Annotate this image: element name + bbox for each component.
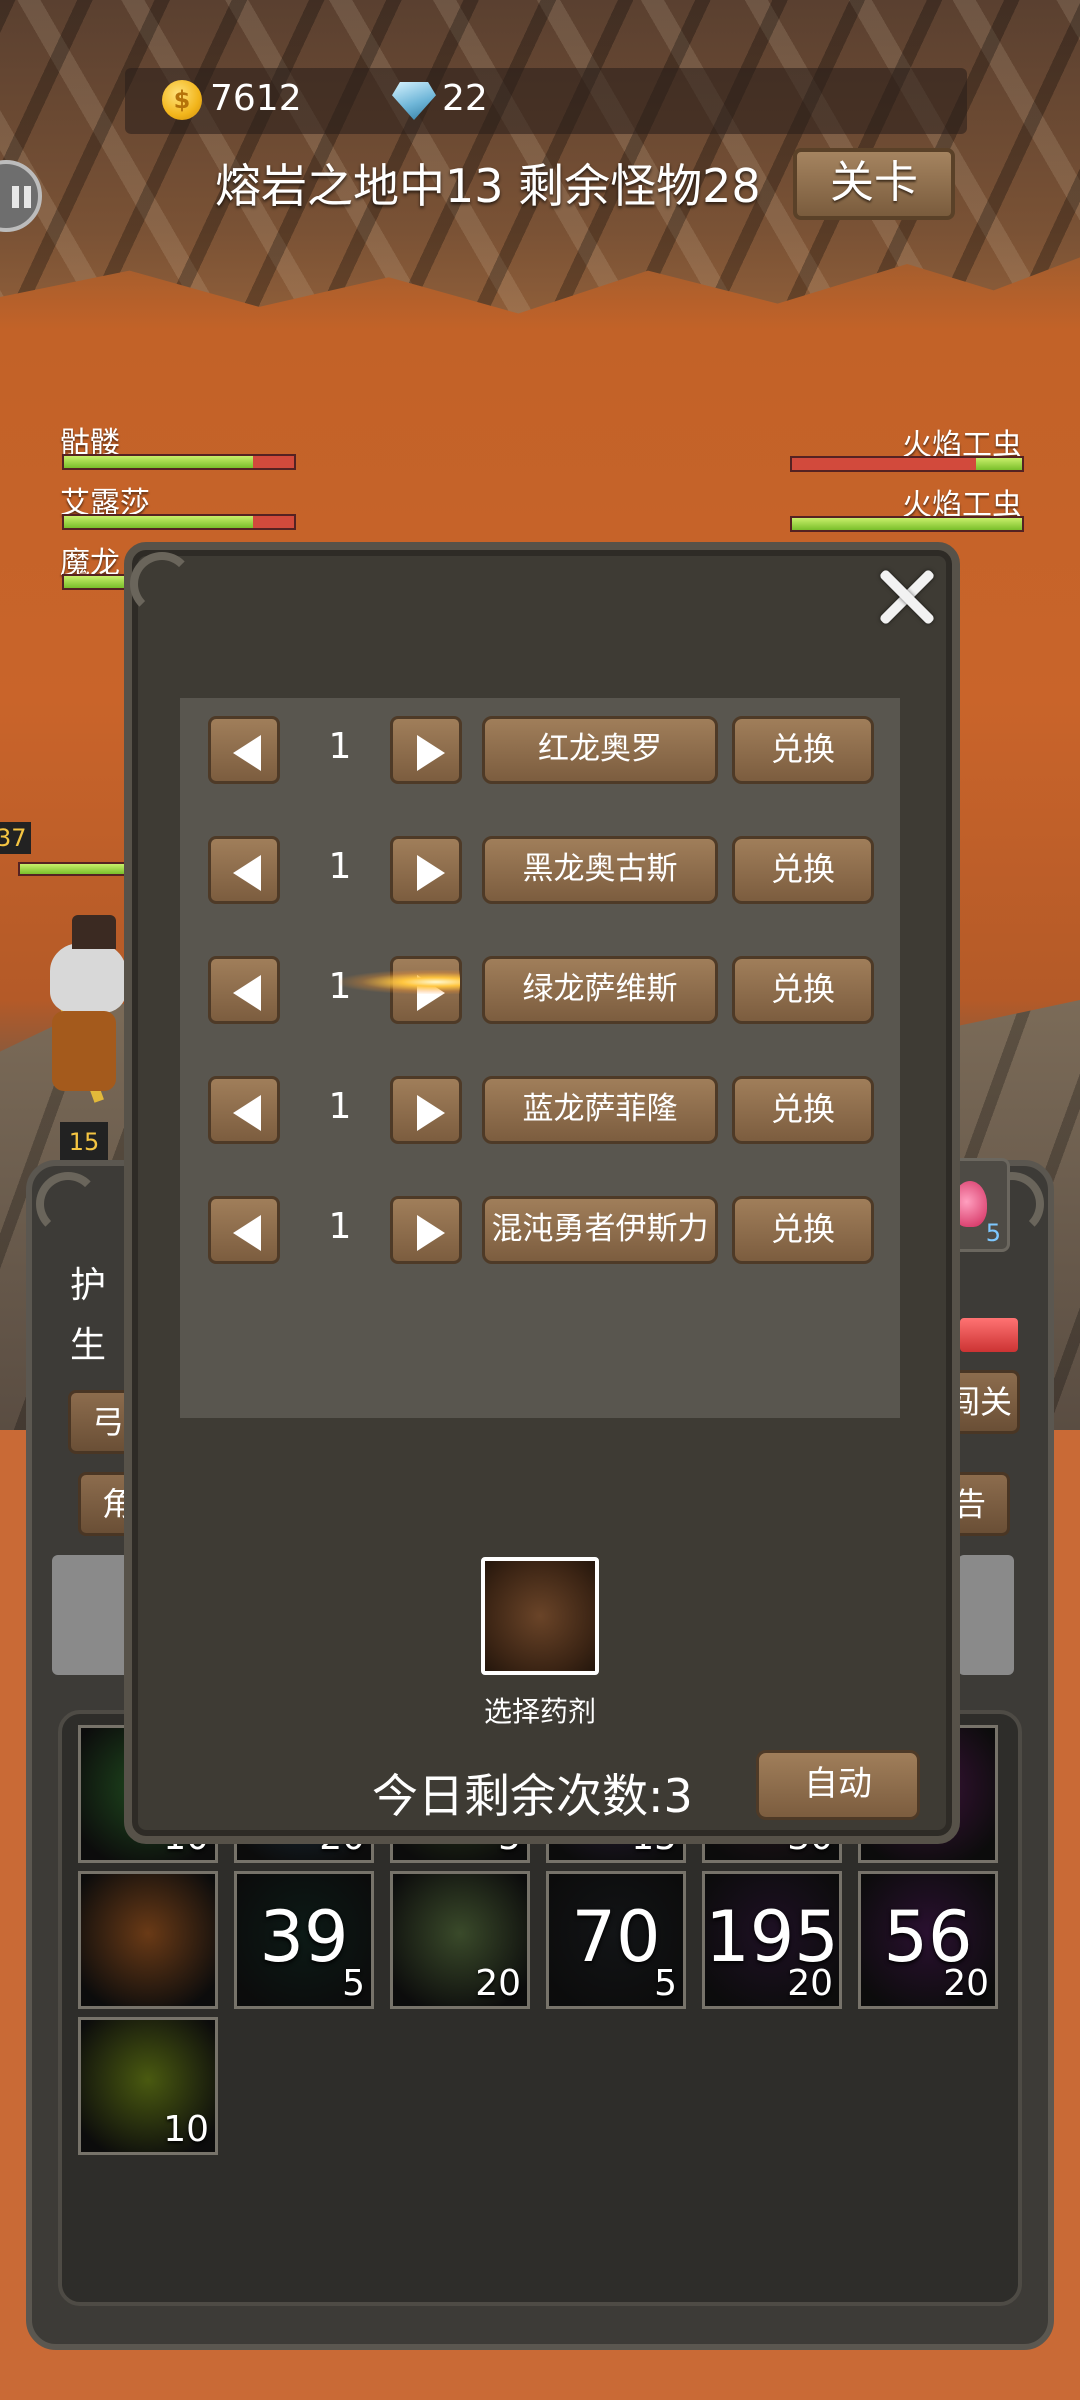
skill-count: 5 <box>342 1963 365 2004</box>
close-button[interactable] <box>872 562 942 632</box>
dialog-ornament <box>130 552 194 616</box>
arrow-left-icon <box>233 1215 261 1251</box>
stage-title: 熔岩之地中13 剩余怪物28 <box>215 159 761 213</box>
increase-button[interactable] <box>390 1196 462 1264</box>
corner-ornament <box>36 1172 100 1236</box>
item-name-button[interactable]: 混沌勇者伊斯力 <box>482 1196 718 1264</box>
auto-button[interactable]: 自动 <box>756 1750 920 1820</box>
skill-slot[interactable]: 56 20 <box>858 1871 998 2009</box>
quantity-value: 1 <box>328 1206 352 1247</box>
exchange-row: 1 蓝龙萨菲隆 兑换 <box>180 1068 900 1148</box>
skill-count: 5 <box>654 1963 677 2004</box>
exchange-row: 1 绿龙萨维斯 兑换 <box>180 948 900 1028</box>
arrow-right-icon <box>417 1215 445 1251</box>
skill-count: 20 <box>787 1963 833 2004</box>
decrease-button[interactable] <box>208 956 280 1024</box>
increase-button[interactable] <box>390 836 462 904</box>
skill-count: 10 <box>163 2109 209 2150</box>
skill-slot[interactable]: 10 <box>78 2017 218 2155</box>
decrease-button[interactable] <box>208 1196 280 1264</box>
exchange-button[interactable]: 兑换 <box>732 956 874 1024</box>
enemy-hp-bar <box>790 516 1024 532</box>
spark-effect <box>340 970 460 994</box>
item-name-button[interactable]: 绿龙萨维斯 <box>482 956 718 1024</box>
quantity-value: 1 <box>328 846 352 887</box>
increase-button[interactable] <box>390 716 462 784</box>
arrow-left-icon <box>233 735 261 771</box>
gold-coin-icon: $ <box>162 80 202 120</box>
exchange-button[interactable]: 兑换 <box>732 836 874 904</box>
hero-level-badge: 15 <box>60 1122 108 1162</box>
potion-count: 5 <box>985 1219 1001 1247</box>
enemy-hp-bar <box>790 456 1024 472</box>
skill-slot[interactable]: 39 5 <box>234 1871 374 2009</box>
quantity-value: 1 <box>328 726 352 767</box>
exchange-button[interactable]: 兑换 <box>732 1196 874 1264</box>
arrow-left-icon <box>233 855 261 891</box>
item-name-button[interactable]: 红龙奥罗 <box>482 716 718 784</box>
panel-label: 生 <box>70 1325 107 1366</box>
hero-character[interactable] <box>32 915 126 1105</box>
skill-slot[interactable]: 20 <box>390 1871 530 2009</box>
potion-select-label: 选择药剂 <box>483 1695 596 1728</box>
remaining-attempts: 今日剩余次数:3 <box>372 1769 693 1823</box>
skill-slot[interactable]: 195 20 <box>702 1871 842 2009</box>
potion-select-slot[interactable] <box>481 1557 599 1675</box>
exchange-row: 1 混沌勇者伊斯力 兑换 <box>180 1188 900 1268</box>
hero-hp-bar <box>18 862 128 876</box>
increase-button[interactable] <box>390 1076 462 1144</box>
equipment-slot[interactable] <box>958 1555 1014 1675</box>
arrow-left-icon <box>233 1095 261 1131</box>
level-button[interactable]: 关卡 <box>793 148 955 220</box>
decrease-button[interactable] <box>208 836 280 904</box>
skill-slot[interactable] <box>78 1871 218 2009</box>
hp-indicator <box>960 1318 1018 1352</box>
exchange-row: 1 红龙奥罗 兑换 <box>180 708 900 788</box>
arrow-right-icon <box>417 855 445 891</box>
arrow-right-icon <box>417 735 445 771</box>
ally-hp-bar <box>62 454 296 470</box>
side-value: 37 <box>0 822 31 854</box>
skill-slot[interactable]: 70 5 <box>546 1871 686 2009</box>
exchange-row: 1 黑龙奥古斯 兑换 <box>180 828 900 908</box>
panel-label: 护 <box>70 1265 107 1306</box>
arrow-right-icon <box>417 1095 445 1131</box>
skill-count: 20 <box>943 1963 989 2004</box>
decrease-button[interactable] <box>208 716 280 784</box>
item-name-button[interactable]: 蓝龙萨菲隆 <box>482 1076 718 1144</box>
gold-amount: 7612 <box>210 78 302 119</box>
decrease-button[interactable] <box>208 1076 280 1144</box>
arrow-left-icon <box>233 975 261 1011</box>
quantity-value: 1 <box>328 1086 352 1127</box>
ally-hp-bar <box>62 514 296 530</box>
diamond-amount: 22 <box>442 78 488 119</box>
skill-count: 20 <box>475 1963 521 2004</box>
exchange-button[interactable]: 兑换 <box>732 716 874 784</box>
exchange-button[interactable]: 兑换 <box>732 1076 874 1144</box>
item-name-button[interactable]: 黑龙奥古斯 <box>482 836 718 904</box>
exchange-list: 1 红龙奥罗 兑换 1 黑龙奥古斯 兑换 1 绿龙萨维斯 兑换 1 蓝龙萨菲隆 … <box>180 698 900 1418</box>
